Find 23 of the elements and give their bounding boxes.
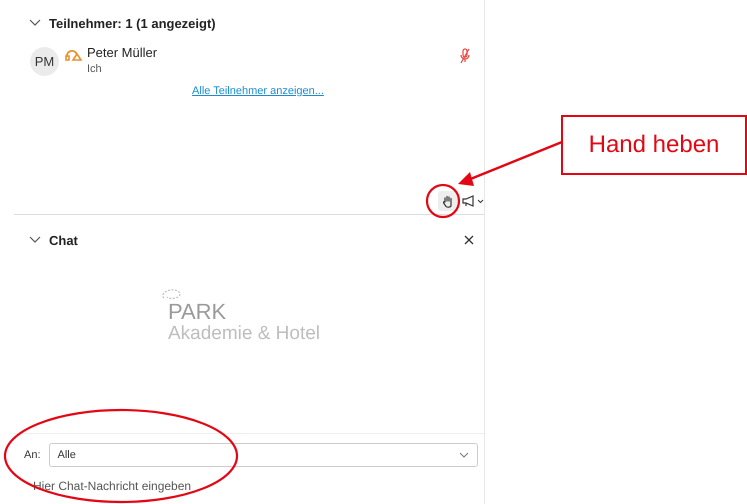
section-title: Chat [49,232,78,248]
caret-icon [459,452,469,458]
avatar: PM [30,47,59,76]
raise-hand-button[interactable] [438,191,458,211]
collapse-chevron-icon[interactable] [29,19,41,27]
logo-subtitle: Akademie & Hotel [168,323,320,346]
close-icon[interactable] [464,235,474,245]
annotation-callout: Hand heben [561,115,747,175]
recipient-label: An: [24,449,41,461]
megaphone-icon [462,195,475,207]
annotation-circle [426,184,460,218]
recipient-dropdown[interactable]: Alle [48,443,478,467]
participant-name: Peter Müller [87,45,158,60]
caret-icon [477,198,484,204]
logo-text: PARK [168,301,228,323]
announcement-button[interactable] [462,195,484,207]
headset-icon [65,48,83,62]
participant-role: Ich [87,63,103,75]
muted-microphone-icon[interactable] [460,48,470,64]
show-all-link[interactable]: Alle Teilnehmer anzeigen... [192,85,324,97]
collapse-chevron-icon[interactable] [29,236,41,244]
hand-icon [442,194,454,208]
section-title: Teilnehmer: 1 (1 angezeigt) [49,16,216,30]
